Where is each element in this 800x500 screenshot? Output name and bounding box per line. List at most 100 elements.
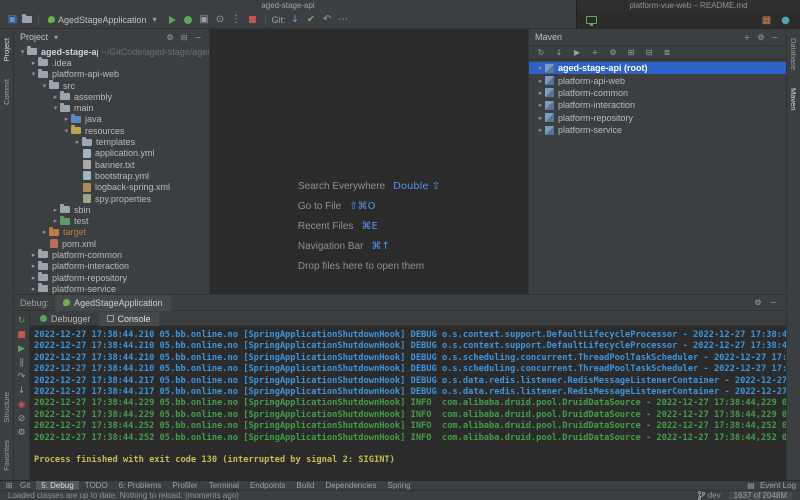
mute-breakpoints-icon[interactable]: ⊘ <box>16 413 28 425</box>
tool-window-switcher-icon[interactable]: ⊞ <box>4 481 14 491</box>
chevron-down-icon[interactable]: ▾ <box>51 32 61 42</box>
chevron-right-icon[interactable]: ▸ <box>29 274 38 282</box>
hide-panel-icon[interactable]: − <box>768 298 778 308</box>
add-icon[interactable]: + <box>590 48 600 58</box>
coverage-icon[interactable]: ▣ <box>198 13 211 26</box>
chevron-right-icon[interactable]: ▸ <box>536 101 545 109</box>
tool-window-button-dependencies[interactable]: Dependencies <box>320 481 381 491</box>
update-project-icon[interactable]: ↓ <box>289 13 302 26</box>
chevron-down-icon[interactable]: ▾ <box>40 82 49 90</box>
more-actions-icon[interactable]: ⋮ <box>230 13 243 26</box>
tree-item-.idea[interactable]: ▸.idea <box>14 57 209 68</box>
maven-module-platform-interaction[interactable]: ▸platform-interaction <box>529 99 786 111</box>
chevron-right-icon[interactable]: ▸ <box>73 138 82 146</box>
tool-window-button-todo[interactable]: TODO <box>80 481 113 491</box>
tree-item-application.yml[interactable]: application.yml <box>14 148 209 159</box>
chevron-right-icon[interactable]: ▸ <box>51 93 60 101</box>
tree-item-java[interactable]: ▸java <box>14 114 209 125</box>
add-icon[interactable]: + <box>742 32 752 42</box>
chevron-down-icon[interactable]: ▾ <box>62 127 71 135</box>
collapse-all-icon[interactable]: ⊟ <box>179 32 189 42</box>
run-configuration-selector[interactable]: AgedStageApplication ▾ <box>45 15 163 25</box>
tool-window-button-6--problems[interactable]: 6: Problems <box>114 481 167 491</box>
download-icon[interactable]: ↓ <box>554 48 564 58</box>
tool-stripe-button-structure[interactable]: Structure <box>2 388 11 426</box>
event-log-button[interactable]: Event Log <box>760 481 796 490</box>
tool-stripe-button-commit[interactable]: Commit <box>2 75 11 109</box>
tree-item-aged-stage-api[interactable]: ▾aged-stage-api~/GitCode/aged-stage/aged… <box>14 46 209 57</box>
hide-panel-icon[interactable]: − <box>193 32 203 42</box>
refresh-icon[interactable]: ↻ <box>536 48 546 58</box>
tree-item-banner.txt[interactable]: banner.txt <box>14 159 209 170</box>
tool-window-button-spring[interactable]: Spring <box>382 481 415 491</box>
console-output[interactable]: 2022-12-27 17:38:44.210 05.bb.online.no … <box>30 326 786 480</box>
tool-stripe-button-favorites[interactable]: Favorites <box>2 436 11 475</box>
settings-icon[interactable]: ⚙ <box>753 298 763 308</box>
chevron-right-icon[interactable]: ▸ <box>536 126 545 134</box>
maven-module-aged-stage-api--root-[interactable]: ▸aged-stage-api (root) <box>529 62 786 74</box>
tree-item-platform-common[interactable]: ▸platform-common <box>14 249 209 260</box>
tree-item-platform-repository[interactable]: ▸platform-repository <box>14 272 209 283</box>
git-branch-widget[interactable]: dev <box>698 491 721 500</box>
maven-module-platform-repository[interactable]: ▸platform-repository <box>529 112 786 124</box>
tree-item-bootstrap.yml[interactable]: bootstrap.yml <box>14 170 209 181</box>
screen-share-icon[interactable] <box>585 14 598 27</box>
chevron-right-icon[interactable]: ▸ <box>40 228 49 236</box>
save-all-icon[interactable]: ▣ <box>6 13 19 26</box>
open-folder-icon[interactable] <box>22 16 32 23</box>
memory-indicator[interactable]: 1637 of 2048M <box>729 491 792 500</box>
settings-icon[interactable]: ⚙ <box>756 32 766 42</box>
tool-stripe-button-maven[interactable]: Maven <box>789 84 798 115</box>
chevron-right-icon[interactable]: ▸ <box>62 115 71 123</box>
maven-module-platform-service[interactable]: ▸platform-service <box>529 124 786 136</box>
settings-icon[interactable]: ⚙ <box>16 427 28 439</box>
resume-icon[interactable]: ▶ <box>16 343 28 355</box>
background-window-title[interactable]: platform-vue-web – README.md <box>576 0 800 11</box>
plugin-icon[interactable]: ▦ <box>760 14 773 27</box>
tree-item-platform-api-web[interactable]: ▾platform-api-web <box>14 69 209 80</box>
settings-icon[interactable]: ⚙ <box>608 48 618 58</box>
tree-item-assembly[interactable]: ▸assembly <box>14 91 209 102</box>
view-breakpoints-icon[interactable]: ◉ <box>16 399 28 411</box>
hide-panel-icon[interactable]: − <box>770 32 780 42</box>
chevron-down-icon[interactable]: ▾ <box>18 48 27 56</box>
maven-module-platform-api-web[interactable]: ▸platform-api-web <box>529 74 786 86</box>
rollback-icon[interactable]: ↶ <box>321 13 334 26</box>
run-button[interactable] <box>166 13 179 26</box>
history-icon[interactable]: ⋯ <box>337 13 350 26</box>
tool-stripe-button-database[interactable]: Database <box>789 34 798 74</box>
tool-window-button-build[interactable]: Build <box>292 481 320 491</box>
tool-window-button-5--debug[interactable]: 5: Debug <box>36 481 78 491</box>
settings-icon[interactable]: ⚙ <box>165 32 175 42</box>
chevron-down-icon[interactable]: ▾ <box>29 70 38 78</box>
chevron-right-icon[interactable]: ▸ <box>51 206 60 214</box>
stop-button[interactable] <box>246 13 259 26</box>
debug-session-tab[interactable]: AgedStageApplication <box>55 295 171 311</box>
tool-window-button-endpoints[interactable]: Endpoints <box>245 481 291 491</box>
step-over-icon[interactable]: ↷ <box>16 371 28 383</box>
tree-item-target[interactable]: ▸target <box>14 227 209 238</box>
chevron-right-icon[interactable]: ▸ <box>29 59 38 67</box>
event-log-icon[interactable]: ▤ <box>746 481 756 491</box>
stop-icon[interactable]: ■ <box>16 329 28 341</box>
tool-window-button-profiler[interactable]: Profiler <box>167 481 202 491</box>
tool-stripe-button-project[interactable]: Project <box>2 34 11 65</box>
tree-item-templates[interactable]: ▸templates <box>14 136 209 147</box>
tab-console[interactable]: Console <box>99 312 159 326</box>
collapse-all-icon[interactable]: ⊟ <box>644 48 654 58</box>
chevron-right-icon[interactable]: ▸ <box>536 64 545 72</box>
tree-item-platform-interaction[interactable]: ▸platform-interaction <box>14 261 209 272</box>
step-into-icon[interactable]: ↓ <box>16 385 28 397</box>
commit-icon[interactable]: ✔ <box>305 13 318 26</box>
filter-icon[interactable]: ≣ <box>662 48 672 58</box>
chevron-right-icon[interactable]: ▸ <box>29 285 38 293</box>
debug-button[interactable] <box>182 13 195 26</box>
tree-item-sbin[interactable]: ▸sbin <box>14 204 209 215</box>
tool-window-button-git[interactable]: Git <box>15 481 35 491</box>
tool-window-button-terminal[interactable]: Terminal <box>204 481 244 491</box>
tree-item-logback-spring.xml[interactable]: logback-spring.xml <box>14 182 209 193</box>
chevron-right-icon[interactable]: ▸ <box>29 251 38 259</box>
chevron-right-icon[interactable]: ▸ <box>536 89 545 97</box>
tree-item-resources[interactable]: ▾resources <box>14 125 209 136</box>
rerun-icon[interactable]: ↻ <box>16 315 28 327</box>
